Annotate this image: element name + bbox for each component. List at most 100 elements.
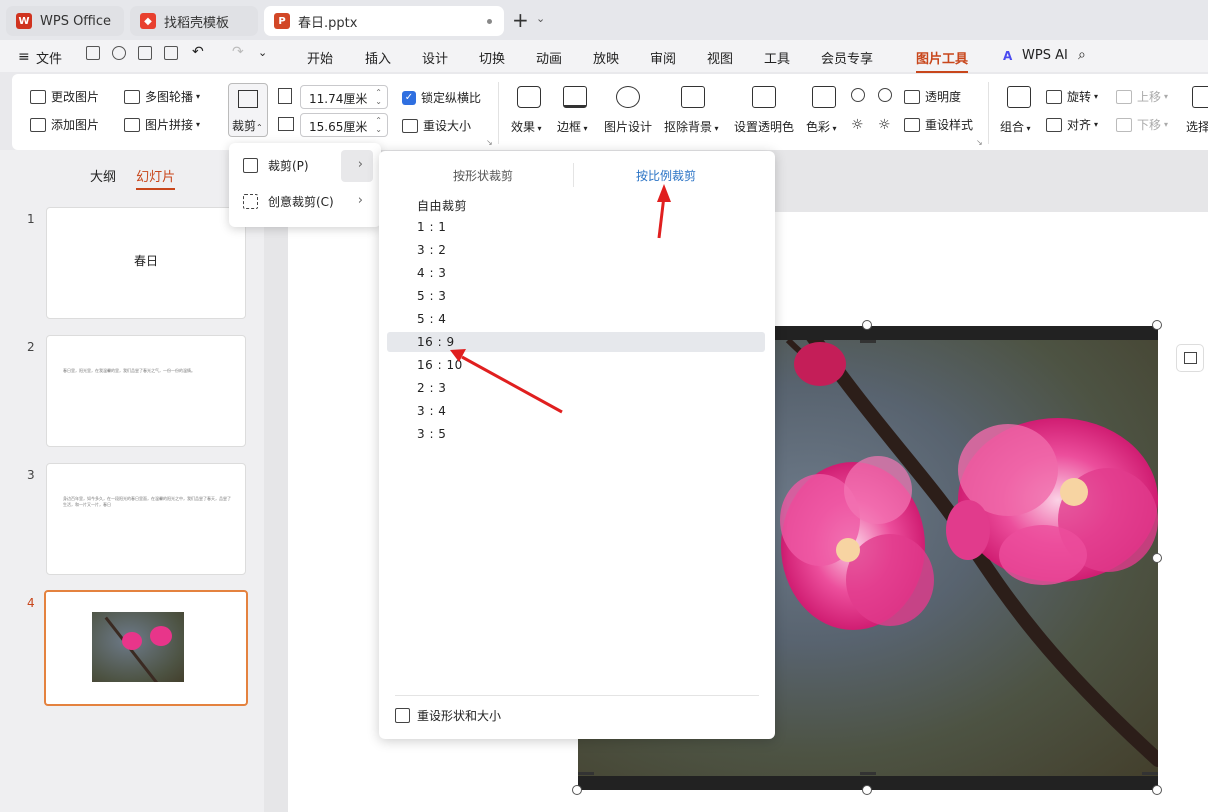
height-input[interactable]: 15.65厘米 ⌃ ⌄ bbox=[300, 113, 388, 137]
border-button[interactable]: 边框 ▾ bbox=[557, 118, 588, 135]
print-icon[interactable] bbox=[138, 46, 152, 60]
move-down-button[interactable]: 下移 ▾ bbox=[1116, 116, 1168, 133]
resize-handle[interactable] bbox=[572, 785, 582, 795]
change-image-button[interactable]: 更改图片 bbox=[30, 88, 99, 105]
menu-member[interactable]: 会员专享 bbox=[821, 48, 873, 67]
tab-crop-by-shape[interactable]: 按形状裁剪 bbox=[453, 167, 513, 184]
slide-thumbnail-1[interactable]: 春日 bbox=[46, 207, 246, 319]
menu-file[interactable]: 文件 bbox=[36, 48, 62, 67]
border-icon bbox=[563, 86, 587, 108]
ribbon-toolbar: 更改图片 添加图片 多图轮播 ▾ 图片拼接 ▾ 裁剪⌃ 11.74厘米 ⌃ ⌄ 15.6… bbox=[12, 74, 1208, 150]
tab-document[interactable]: P 春日.pptx bbox=[264, 6, 504, 36]
soften-icon[interactable]: ☼ bbox=[878, 117, 891, 133]
ratio-5-4[interactable]: 5 : 4 bbox=[417, 312, 446, 326]
menu-item-creative-crop[interactable]: 创意裁剪(C) bbox=[243, 193, 334, 210]
select-button[interactable]: 选择 bbox=[1186, 118, 1208, 135]
crop-handle[interactable] bbox=[1142, 772, 1158, 775]
panel-scroll-track[interactable] bbox=[264, 150, 288, 812]
resize-handle[interactable] bbox=[1152, 320, 1162, 330]
link-icon[interactable] bbox=[112, 46, 126, 60]
menu-animation[interactable]: 动画 bbox=[536, 48, 562, 67]
ratio-16-10[interactable]: 16 : 10 bbox=[417, 358, 463, 372]
multi-carousel-button[interactable]: 多图轮播 ▾ bbox=[124, 88, 200, 105]
floating-crop-button[interactable] bbox=[1176, 344, 1204, 372]
menu-start[interactable]: 开始 bbox=[307, 48, 333, 67]
reset-shape-and-size-button[interactable]: 重设形状和大小 bbox=[395, 707, 501, 724]
tab-crop-by-ratio[interactable]: 按比例裁剪 bbox=[636, 167, 696, 184]
ratio-2-3[interactable]: 2 : 3 bbox=[417, 381, 446, 395]
width-input[interactable]: 11.74厘米 ⌃ ⌄ bbox=[300, 85, 388, 109]
reset-style-button[interactable]: 重设样式 bbox=[904, 116, 973, 133]
print-preview-icon[interactable] bbox=[164, 46, 178, 60]
set-transparent-color-button[interactable]: 设置透明色 bbox=[734, 118, 794, 135]
effects-button[interactable]: 效果 ▾ bbox=[511, 118, 542, 135]
ratio-free[interactable]: 自由裁剪 bbox=[417, 197, 467, 214]
reset-size-button[interactable]: 重设大小 bbox=[402, 117, 471, 134]
menu-tools[interactable]: 工具 bbox=[764, 48, 790, 67]
crop-handle[interactable] bbox=[578, 772, 594, 775]
chevron-right-icon: › bbox=[357, 193, 363, 208]
menu-transition[interactable]: 切换 bbox=[479, 48, 505, 67]
slides-panel: 大纲 幻灯片 1 春日 2 春日里，阳光里，在我温馨的里，我们品尝了春光之气，一… bbox=[0, 150, 264, 812]
ratio-4-3[interactable]: 4 : 3 bbox=[417, 266, 446, 280]
tab-docer[interactable]: ◆ 找稻壳模板 bbox=[130, 6, 258, 36]
sharpen-icon[interactable]: ☼ bbox=[851, 117, 864, 133]
tab-slides[interactable]: 幻灯片 bbox=[136, 170, 176, 190]
menu-item-crop[interactable]: 裁剪(P) bbox=[243, 157, 309, 174]
menu-insert[interactable]: 插入 bbox=[365, 48, 391, 67]
dialog-launcher-icon[interactable]: ↘ bbox=[486, 138, 493, 147]
new-tab-plus-icon[interactable]: + bbox=[512, 10, 529, 30]
rotate-button[interactable]: 旋转 ▾ bbox=[1046, 88, 1098, 105]
resize-handle[interactable] bbox=[862, 785, 872, 795]
chevron-down-icon[interactable]: ⌄ bbox=[536, 12, 545, 25]
undo-icon[interactable]: ↶ bbox=[192, 44, 204, 60]
combine-button[interactable]: 组合 ▾ bbox=[1000, 118, 1031, 135]
slide-thumbnail-2[interactable]: 春日里，阳光里，在我温馨的里，我们品尝了春光之气，一份一份的温情。 bbox=[46, 335, 246, 447]
image-stitch-button[interactable]: 图片拼接 ▾ bbox=[124, 116, 200, 133]
menu-review[interactable]: 审阅 bbox=[650, 48, 676, 67]
ratio-5-3[interactable]: 5 : 3 bbox=[417, 289, 446, 303]
crop-handle[interactable] bbox=[860, 772, 876, 775]
spinner-arrows-icon[interactable]: ⌃ ⌄ bbox=[375, 88, 382, 106]
lock-ratio-checkbox[interactable]: ✓ 锁定纵横比 bbox=[402, 89, 481, 106]
slide-thumbnail-4[interactable] bbox=[44, 590, 248, 706]
redo-icon[interactable]: ↷ bbox=[232, 44, 244, 60]
contrast-icon[interactable] bbox=[878, 88, 892, 102]
ratio-3-2[interactable]: 3 : 2 bbox=[417, 243, 446, 257]
save-icon[interactable] bbox=[86, 46, 100, 60]
divider bbox=[395, 695, 759, 696]
spinner-arrows-icon[interactable]: ⌃ ⌄ bbox=[375, 116, 382, 134]
align-button[interactable]: 对齐 ▾ bbox=[1046, 116, 1098, 133]
brightness-icon[interactable] bbox=[851, 88, 865, 102]
ratio-3-5[interactable]: 3 : 5 bbox=[417, 427, 446, 441]
slide-number: 1 bbox=[27, 212, 35, 226]
image-design-button[interactable]: 图片设计 bbox=[604, 118, 652, 135]
slide-thumbnail-3[interactable]: 身边百年里，如今多久，在一段阳光的春日里面，在温馨的阳光之中，我们品尝了春天，品… bbox=[46, 463, 246, 575]
menu-picture-tools[interactable]: 图片工具 bbox=[916, 48, 969, 73]
resize-handle[interactable] bbox=[1152, 553, 1162, 563]
tab-wps-office[interactable]: W WPS Office bbox=[6, 6, 124, 36]
menu-wps-ai[interactable]: WPS AI bbox=[1022, 48, 1068, 63]
dialog-launcher-icon[interactable]: ↘ bbox=[976, 138, 983, 147]
resize-handle[interactable] bbox=[1152, 785, 1162, 795]
color-button[interactable]: 色彩 ▾ bbox=[806, 118, 837, 135]
ratio-16-9[interactable]: 16 : 9 bbox=[417, 335, 455, 349]
search-icon[interactable]: ⌕ bbox=[1078, 47, 1086, 63]
add-image-button[interactable]: 添加图片 bbox=[30, 116, 99, 133]
menu-design[interactable]: 设计 bbox=[422, 48, 448, 67]
quick-access-more-icon[interactable]: ⌄ bbox=[258, 46, 267, 59]
remove-background-button[interactable]: 抠除背景 ▾ bbox=[664, 118, 719, 135]
crop-button[interactable]: 裁剪⌃ bbox=[228, 83, 268, 137]
ratio-3-4[interactable]: 3 : 4 bbox=[417, 404, 446, 418]
crop-handle[interactable] bbox=[860, 340, 876, 343]
carousel-icon bbox=[124, 89, 140, 104]
menu-view[interactable]: 视图 bbox=[707, 48, 733, 67]
move-up-button[interactable]: 上移 ▾ bbox=[1116, 88, 1168, 105]
add-image-label: 添加图片 bbox=[51, 118, 100, 132]
hamburger-icon[interactable]: ≡ bbox=[18, 49, 30, 65]
transparency-button[interactable]: 透明度 bbox=[904, 88, 961, 105]
tab-outline[interactable]: 大纲 bbox=[90, 170, 116, 185]
resize-handle[interactable] bbox=[862, 320, 872, 330]
ratio-1-1[interactable]: 1 : 1 bbox=[417, 220, 446, 234]
menu-slideshow[interactable]: 放映 bbox=[593, 48, 619, 67]
